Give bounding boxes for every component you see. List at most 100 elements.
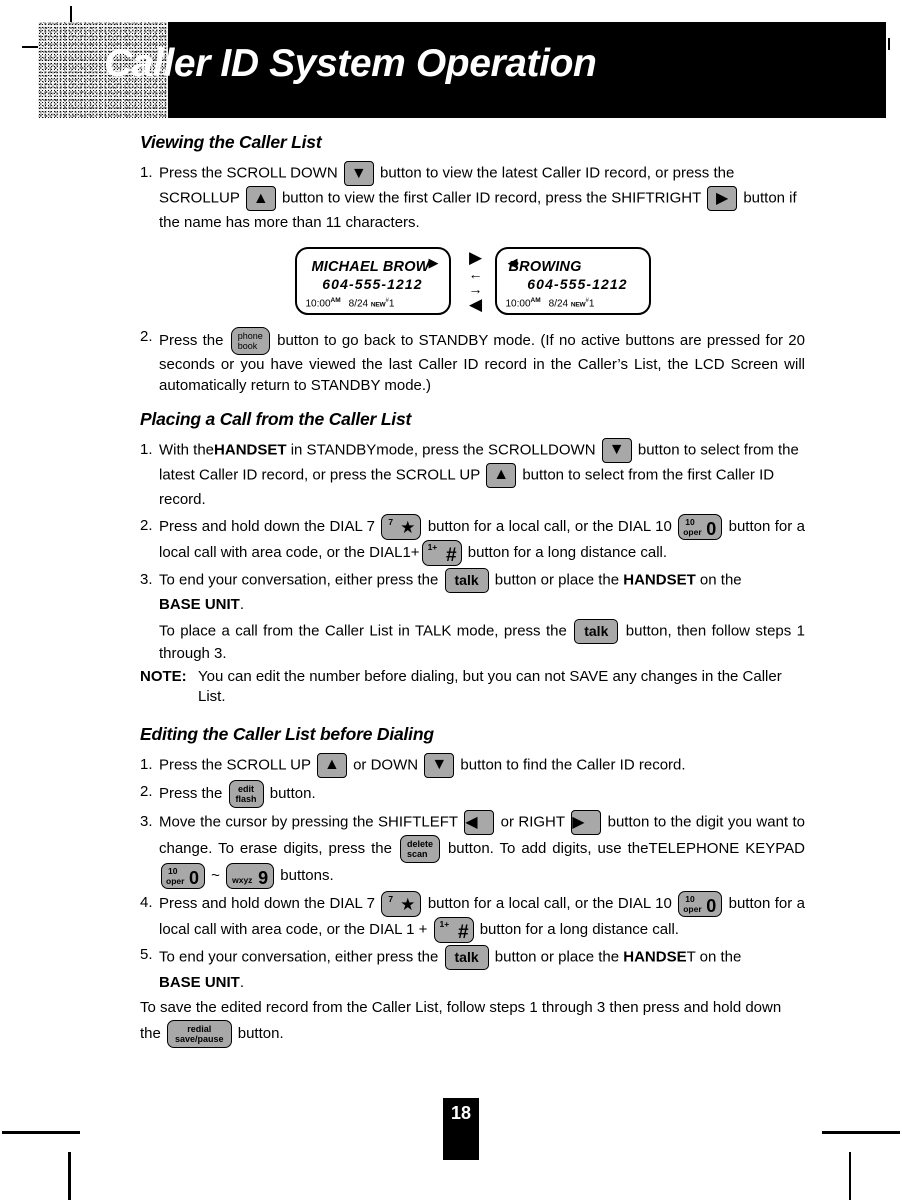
step-text: in STANDBYmode, press the SCROLLDOWN — [290, 441, 596, 459]
step-number: 1. — [140, 164, 153, 181]
scroll-up-button[interactable]: ▲ — [316, 752, 347, 778]
triangle-up-icon: ▲ — [252, 189, 269, 207]
dial-0-superscript: 10 — [685, 517, 695, 528]
lcd-caller-number: 604-555-1212 — [527, 276, 628, 293]
step-number: 2. — [140, 782, 153, 800]
step-text: button or place the — [494, 571, 620, 589]
step-editing-5: 5. To end your conversation, either pres… — [140, 945, 805, 994]
lcd-new-label: NEW — [370, 301, 386, 309]
hash-icon: # — [457, 922, 469, 944]
triangle-down-icon: ▼ — [608, 441, 625, 459]
dial-0-oper-button[interactable]: 10 oper 0 — [678, 514, 723, 541]
lcd-date: 8/24 — [548, 298, 569, 310]
scroll-down-button[interactable]: ▼ — [424, 752, 455, 778]
shift-right-button[interactable]: ▶ — [571, 810, 602, 836]
step-text: Move the cursor by pressing the SHIFTLEF… — [159, 813, 458, 831]
lcd-new-count: 1 — [388, 298, 395, 310]
page-title: Caller ID System Operation — [104, 42, 597, 85]
step-text: button for a local call, or the DIAL 10 — [427, 895, 672, 913]
arrow-left-filled-icon: ◀ — [468, 295, 483, 315]
dial-9-wxyz-label: wxyz — [232, 874, 253, 885]
lcd-screen-left: ▶ MICHAEL BROW 604-555-1212 10:00AM 8/24 … — [294, 247, 451, 316]
dial-hash-button[interactable]: 1+ # — [433, 917, 474, 944]
dial-0-oper-label: oper — [683, 526, 702, 537]
dial-0-superscript: 10 — [685, 894, 695, 905]
dial-7-star-button[interactable]: 7 ★ — [381, 514, 422, 541]
lcd-status-line: 10:00AM 8/24 NEW#1 — [506, 297, 595, 309]
step-text: To end your conversation, either press t… — [159, 948, 439, 966]
note-label: NOTE: — [140, 667, 187, 685]
step-text: or DOWN — [353, 756, 419, 774]
step-text: button for a long distance call. — [479, 921, 679, 939]
step-text: Press the SCROLL UP — [159, 756, 311, 774]
talk-button[interactable]: talk — [444, 568, 489, 594]
step-text: button or place the — [494, 948, 620, 966]
page-number-box: 18 — [443, 1098, 479, 1160]
dial-0-digit: 0 — [706, 519, 717, 540]
step-number: 3. — [140, 571, 153, 589]
lcd-new-count: 1 — [588, 298, 595, 310]
dial-0-oper-button[interactable]: 10 oper 0 — [161, 863, 205, 890]
step-text: button for a long distance call. — [467, 544, 668, 562]
dial-0-superscript: 10 — [168, 866, 178, 877]
heading-viewing-the-caller-list: Viewing the Caller List — [140, 132, 322, 152]
arrow-left-line-icon: ← — [468, 266, 483, 283]
step-text: Press the — [159, 784, 223, 802]
step-number: 3. — [140, 813, 153, 831]
step-number: 4. — [140, 894, 153, 912]
crop-mark-bottom-left-vertical — [68, 1152, 71, 1200]
phonebook-label-line2: book — [237, 341, 258, 352]
talk-button[interactable]: talk — [444, 945, 489, 971]
edit-flash-button[interactable]: edit flash — [228, 779, 264, 809]
delete-scan-label-line1: delete — [406, 839, 433, 850]
edit-flash-label-line1: edit — [238, 783, 255, 794]
save-note-text: To save the edited record from the Calle… — [140, 998, 782, 1043]
step-text: To place a call from the Caller List in … — [159, 622, 567, 640]
dial-hash-superscript: 1+ — [427, 542, 438, 553]
lcd-status-line: 10:00AM 8/24 NEW#1 — [306, 297, 395, 309]
dial-hash-button[interactable]: 1+ # — [421, 540, 462, 567]
delete-scan-button[interactable]: delete scan — [399, 835, 440, 864]
talk-button[interactable]: talk — [574, 618, 619, 644]
triangle-left-icon: ◀ — [465, 813, 478, 831]
handset-bold-text: HANDSET — [214, 441, 287, 459]
shift-left-button[interactable]: ◀ — [464, 810, 495, 836]
dial-7-superscript: 7 — [388, 894, 394, 905]
lcd-new-label: NEW — [570, 301, 586, 309]
dial-7-star-button[interactable]: 7 ★ — [381, 891, 422, 918]
step-text: With the — [159, 441, 215, 459]
scroll-down-button[interactable]: ▼ — [343, 161, 374, 186]
step-text: button to find the Caller ID record. — [460, 756, 686, 774]
step-number: 5. — [140, 946, 153, 964]
crop-mark-top-right-vertical — [888, 38, 890, 50]
redial-save-pause-button[interactable]: redial save/pause — [167, 1020, 232, 1049]
edit-flash-label-line2: flash — [235, 793, 257, 804]
step-text: Press and hold down the DIAL 7 — [159, 518, 376, 536]
step-number: 2. — [140, 328, 153, 346]
arrow-right-filled-icon: ▶ — [468, 248, 483, 268]
triangle-up-icon: ▲ — [323, 756, 340, 774]
dial-9-digit: 9 — [258, 868, 269, 889]
lcd-time: 10:00 — [505, 298, 531, 310]
scroll-down-button[interactable]: ▼ — [601, 437, 632, 463]
step-text: . — [239, 974, 245, 992]
hash-icon: # — [445, 545, 457, 567]
phonebook-button[interactable]: phone book — [230, 327, 270, 356]
step-text: To end your conversation, either press t… — [159, 571, 439, 589]
base-unit-bold-text: BASE UNIT — [159, 596, 240, 614]
dial-9-wxyz-button[interactable]: wxyz 9 — [226, 863, 275, 890]
scroll-up-button[interactable]: ▲ — [245, 186, 276, 211]
dial-0-digit: 0 — [706, 896, 717, 917]
step-text: Press the — [159, 332, 224, 350]
step-text: on the — [699, 571, 742, 589]
lcd-ampm: AM — [330, 297, 341, 305]
dial-0-oper-label: oper — [683, 903, 702, 914]
step-viewing-2: 2. Press the phone book button to go bac… — [140, 327, 805, 397]
dial-0-oper-button[interactable]: 10 oper 0 — [678, 891, 723, 918]
shift-right-button[interactable]: ▶ — [707, 186, 738, 211]
scroll-up-button[interactable]: ▲ — [486, 462, 517, 488]
triangle-right-icon: ▶ — [715, 189, 729, 207]
star-icon: ★ — [400, 518, 416, 538]
lcd-time: 10:00 — [305, 298, 331, 310]
crop-mark-bottom-right-vertical — [849, 1152, 851, 1200]
